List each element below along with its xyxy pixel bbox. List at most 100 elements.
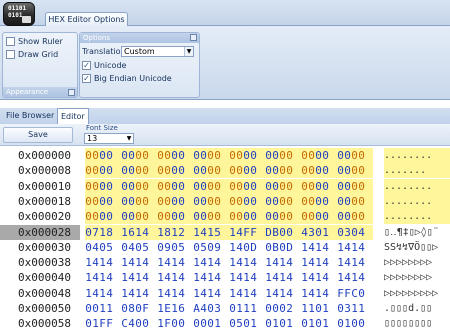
hex-word[interactable]: 1414 (85, 255, 121, 270)
hex-word[interactable]: 0000 (121, 163, 157, 179)
hex-word[interactable]: 1414 (301, 286, 337, 301)
hex-word[interactable]: 0000 (337, 178, 373, 194)
hex-word[interactable]: 1812 (157, 224, 193, 240)
ascii-column[interactable]: ▷▷▷▷▷▷▷▷ (384, 255, 450, 270)
ascii-column[interactable]: ........ (384, 178, 450, 194)
hex-word[interactable]: A403 (193, 301, 229, 316)
dialog-launcher-icon[interactable] (190, 34, 197, 41)
hex-word[interactable]: 0000 (121, 148, 157, 163)
application-menu-button[interactable]: 01101 0101 (3, 2, 35, 26)
hex-word[interactable]: 1414 (229, 286, 265, 301)
hex-row[interactable]: 0x000028 0718 1614 1812 1415 14FF DB00 4301 0304… (0, 224, 450, 240)
ascii-column[interactable]: ▷▷▷▷▷▷▷▷▷ (384, 286, 450, 301)
hex-word[interactable]: 140D (229, 240, 265, 255)
hex-row[interactable]: 0x000018 0000 0000 0000 0000 0000 0000 0000 0000… (0, 193, 450, 209)
hex-word[interactable]: 1414 (193, 286, 229, 301)
hex-word[interactable]: 1414 (301, 255, 337, 270)
ascii-column[interactable]: SS↯↯∇Ö▯▯▷ (384, 240, 450, 255)
hex-word[interactable]: 14FF (229, 224, 265, 240)
tab-editor[interactable]: Editor (57, 108, 89, 124)
ascii-column[interactable]: ........ (384, 209, 450, 225)
hex-word[interactable]: 0111 (229, 301, 265, 316)
hex-word[interactable]: 0000 (121, 193, 157, 209)
hex-word[interactable]: 0000 (337, 163, 373, 179)
hex-word[interactable]: 0000 (157, 193, 193, 209)
hex-word[interactable]: 1414 (229, 270, 265, 285)
font-size-select[interactable]: 13 ▼ (84, 133, 134, 144)
hex-word[interactable]: 0905 (157, 240, 193, 255)
hex-word[interactable]: 0001 (193, 316, 229, 331)
hex-word[interactable]: 0000 (85, 178, 121, 194)
hex-word[interactable]: 0000 (229, 148, 265, 163)
hex-word[interactable]: 1414 (265, 255, 301, 270)
hex-word[interactable]: 4301 (301, 224, 337, 240)
hex-word[interactable]: 0000 (193, 163, 229, 179)
hex-word[interactable]: 0000 (85, 163, 121, 179)
translation-select[interactable]: Custom ▼ (121, 46, 194, 57)
hex-word[interactable]: 0000 (301, 178, 337, 194)
hex-word[interactable]: 1414 (301, 270, 337, 285)
hex-word[interactable]: 0000 (265, 178, 301, 194)
hex-word[interactable]: 1414 (157, 270, 193, 285)
hex-word[interactable]: 0101 (265, 316, 301, 331)
hex-row[interactable]: 0x000038 1414 1414 1414 1414 1414 1414 1414 1414… (0, 255, 450, 270)
hex-word[interactable]: 1414 (265, 286, 301, 301)
hex-word[interactable]: 1E16 (157, 301, 193, 316)
hex-word[interactable]: C400 (121, 316, 157, 331)
hex-word[interactable]: 0000 (229, 193, 265, 209)
hex-row[interactable]: 0x000000 0000 0000 0000 0000 0000 0000 0000 0000… (0, 148, 450, 163)
hex-word[interactable]: 0000 (85, 148, 121, 163)
hex-word[interactable]: 1414 (121, 270, 157, 285)
hex-word[interactable]: FFC0 (337, 286, 373, 301)
hex-word[interactable]: 0000 (229, 209, 265, 225)
ascii-column[interactable]: ........ (384, 148, 450, 163)
hex-word[interactable]: 0011 (85, 301, 121, 316)
hex-word[interactable]: 0000 (157, 163, 193, 179)
hex-word[interactable]: 0000 (157, 209, 193, 225)
hex-row[interactable]: 0x000008 0000 0000 0000 0000 0000 0000 0000 0000… (0, 163, 450, 179)
hex-row[interactable]: 0x000058 01FF C400 1F00 0001 0501 0101 0101 0100… (0, 316, 450, 331)
hex-word[interactable]: 0000 (337, 209, 373, 225)
hex-word[interactable]: 0000 (157, 178, 193, 194)
ascii-column[interactable]: ▯▯▯▯▯▯▯▯ (384, 316, 450, 331)
hex-word[interactable]: 0000 (229, 178, 265, 194)
hex-word[interactable]: 1101 (301, 301, 337, 316)
hex-word[interactable]: 1414 (337, 270, 373, 285)
hex-row[interactable]: 0x000050 0011 080F 1E16 A403 0111 0002 1101 0311… (0, 301, 450, 316)
ascii-column[interactable]: ▯‥¶‡▯▷◊▯¨ (384, 225, 450, 240)
hex-word[interactable]: 1414 (337, 255, 373, 270)
hex-word[interactable]: DB00 (265, 224, 301, 240)
ascii-column[interactable]: .▯▯▯d.▯▯ (384, 301, 450, 316)
big-endian-checkbox[interactable]: ✓ Big Endian Unicode (82, 74, 172, 83)
hex-word[interactable]: 0405 (121, 240, 157, 255)
hex-word[interactable]: 0000 (85, 209, 121, 225)
hex-word[interactable]: 0304 (337, 224, 373, 240)
hex-row[interactable]: 0x000030 0405 0405 0905 0509 140D 0B0D 1414 1414… (0, 240, 450, 255)
hex-word[interactable]: 0000 (265, 209, 301, 225)
hex-word[interactable]: 0501 (229, 316, 265, 331)
hex-word[interactable]: 0000 (265, 148, 301, 163)
hex-word[interactable]: 0100 (337, 316, 373, 331)
hex-word[interactable]: 1414 (193, 255, 229, 270)
hex-word[interactable]: 0000 (193, 193, 229, 209)
hex-word[interactable]: 0000 (301, 209, 337, 225)
ascii-column[interactable]: ▷▷▷▷▷▷▷▷ (384, 270, 450, 285)
hex-word[interactable]: 0000 (337, 148, 373, 163)
hex-word[interactable]: 0000 (337, 193, 373, 209)
hex-row[interactable]: 0x000010 0000 0000 0000 0000 0000 0000 0000 0000… (0, 178, 450, 194)
hex-word[interactable]: 0000 (193, 178, 229, 194)
hex-word[interactable]: 1414 (85, 270, 121, 285)
ascii-column[interactable]: ....... (384, 163, 450, 179)
hex-word[interactable]: 0B0D (265, 240, 301, 255)
hex-word[interactable]: 0000 (265, 193, 301, 209)
hex-word[interactable]: 0000 (121, 178, 157, 194)
unicode-checkbox[interactable]: ✓ Unicode (82, 61, 126, 70)
hex-word[interactable]: 1614 (121, 224, 157, 240)
show-ruler-checkbox[interactable]: Show Ruler (6, 37, 63, 46)
hex-word[interactable]: 0000 (193, 209, 229, 225)
hex-word[interactable]: 1414 (229, 255, 265, 270)
hex-word[interactable]: 0101 (301, 316, 337, 331)
hex-row[interactable]: 0x000048 1414 1414 1414 1414 1414 1414 1414 FFC0… (0, 286, 450, 301)
hex-word[interactable]: 0002 (265, 301, 301, 316)
hex-word[interactable]: 0405 (85, 240, 121, 255)
